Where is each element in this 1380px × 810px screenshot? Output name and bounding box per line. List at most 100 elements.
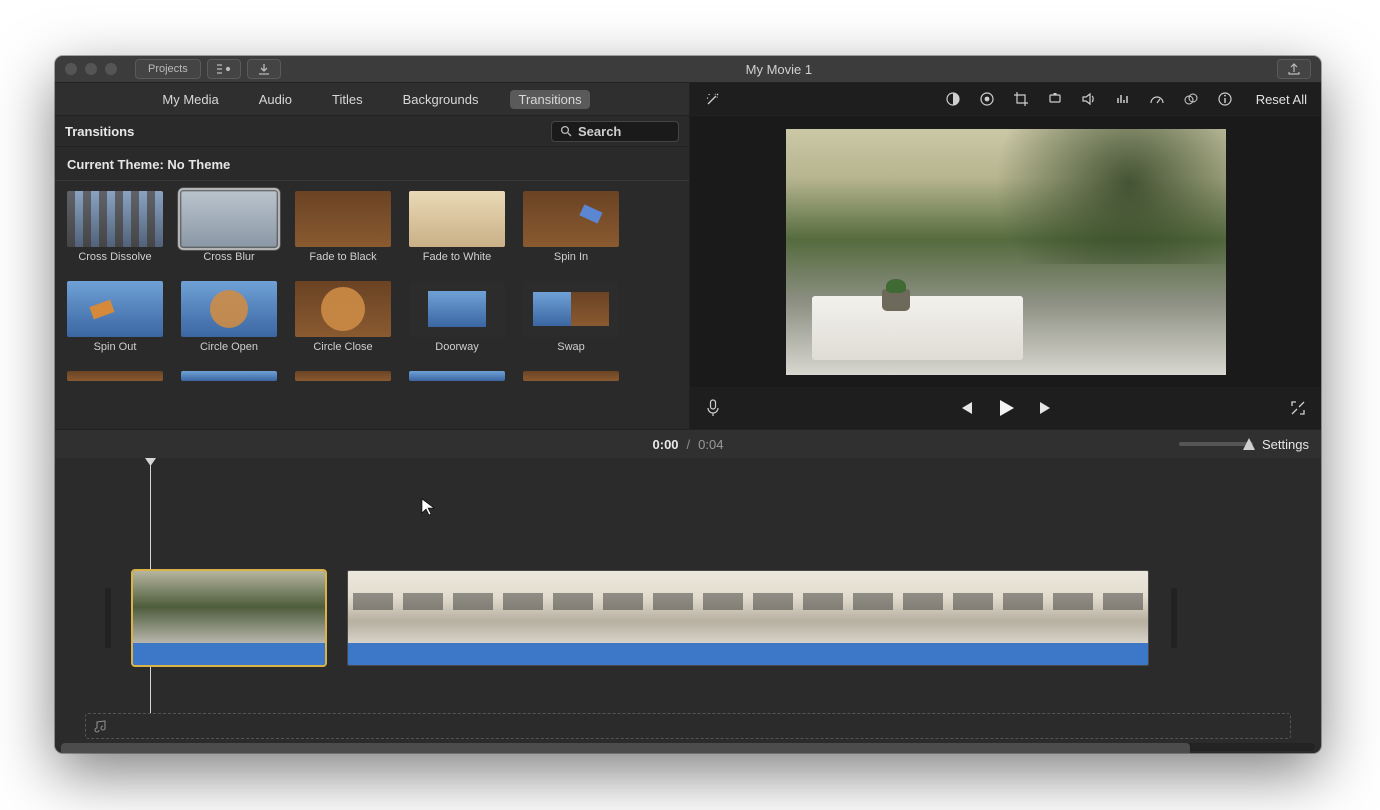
transition-thumb <box>295 371 391 381</box>
library-list-icon[interactable] <box>207 59 241 79</box>
transition-item[interactable] <box>67 371 163 381</box>
transition-item[interactable]: Circle Open <box>181 281 277 353</box>
import-icon[interactable] <box>247 59 281 79</box>
color-balance-icon[interactable] <box>944 90 962 108</box>
transition-item[interactable] <box>295 371 391 381</box>
tab-transitions[interactable]: Transitions <box>510 90 589 109</box>
clip-1[interactable] <box>133 571 325 665</box>
clip-handle[interactable] <box>105 588 111 648</box>
audio-track[interactable] <box>133 643 325 665</box>
transition-item[interactable]: Cross Blur <box>181 191 277 263</box>
preview-wrap <box>690 116 1321 387</box>
transition-item[interactable]: Spin Out <box>67 281 163 353</box>
timeline[interactable] <box>55 458 1321 753</box>
transition-thumb <box>67 371 163 381</box>
zoom-dot[interactable] <box>105 63 117 75</box>
speed-icon[interactable] <box>1148 90 1166 108</box>
transition-item[interactable]: Doorway <box>409 281 505 353</box>
viewer-toolbar: Reset All <box>690 83 1321 116</box>
media-browser-pane: My Media Audio Titles Backgrounds Transi… <box>55 83 690 429</box>
transition-item[interactable] <box>181 371 277 381</box>
transition-label: Doorway <box>435 341 478 353</box>
viewer-pane: Reset All <box>690 83 1321 429</box>
audio-track[interactable] <box>348 643 1148 665</box>
stabilize-icon[interactable] <box>1046 90 1064 108</box>
next-button[interactable] <box>1037 400 1055 416</box>
transition-thumb <box>523 371 619 381</box>
transition-thumb <box>409 371 505 381</box>
projects-button[interactable]: Projects <box>135 59 201 79</box>
transitions-grid: Cross Dissolve Cross Blur Fade to Black … <box>55 187 689 389</box>
time-status-bar: 0:00 / 0:04 Settings <box>55 430 1321 458</box>
transition-label: Fade to Black <box>309 251 376 263</box>
transition-label: Swap <box>557 341 585 353</box>
transition-thumb <box>409 281 505 337</box>
tab-backgrounds[interactable]: Backgrounds <box>395 90 487 109</box>
transition-thumb <box>295 281 391 337</box>
equalizer-icon[interactable] <box>1114 90 1132 108</box>
transition-item[interactable]: Fade to White <box>409 191 505 263</box>
share-button[interactable] <box>1277 59 1311 79</box>
transition-item[interactable]: Fade to Black <box>295 191 391 263</box>
transition-label: Circle Close <box>313 341 372 353</box>
play-controls <box>690 387 1321 429</box>
zoom-slider[interactable] <box>1179 442 1253 446</box>
magic-wand-icon[interactable] <box>704 90 722 108</box>
tab-titles[interactable]: Titles <box>324 90 371 109</box>
clip-2[interactable] <box>347 570 1149 666</box>
media-tabs: My Media Audio Titles Backgrounds Transi… <box>55 83 689 116</box>
reset-all-button[interactable]: Reset All <box>1256 92 1307 107</box>
fullscreen-icon[interactable] <box>1289 399 1307 417</box>
prev-button[interactable] <box>957 400 975 416</box>
transition-thumb <box>409 191 505 247</box>
theme-label: Current Theme: No Theme <box>67 157 230 172</box>
crop-icon[interactable] <box>1012 90 1030 108</box>
close-dot[interactable] <box>65 63 77 75</box>
transition-item[interactable] <box>409 371 505 381</box>
settings-button[interactable]: Settings <box>1262 437 1309 452</box>
window-traffic-lights <box>65 63 117 75</box>
background-music-lane[interactable] <box>85 713 1291 739</box>
transition-item[interactable]: Circle Close <box>295 281 391 353</box>
color-wheel-icon[interactable] <box>978 90 996 108</box>
search-input[interactable]: Search <box>551 121 679 142</box>
transition-item[interactable]: Spin In <box>523 191 619 263</box>
filters-icon[interactable] <box>1182 90 1200 108</box>
tab-audio[interactable]: Audio <box>251 90 300 109</box>
transition-label: Spin In <box>554 251 588 263</box>
time-current: 0:00 <box>653 437 679 452</box>
microphone-icon[interactable] <box>704 399 722 417</box>
theme-row: Current Theme: No Theme <box>55 147 689 181</box>
minimize-dot[interactable] <box>85 63 97 75</box>
music-icon <box>94 719 108 733</box>
volume-icon[interactable] <box>1080 90 1098 108</box>
transition-item[interactable] <box>523 371 619 381</box>
info-icon[interactable] <box>1216 90 1234 108</box>
transition-thumb <box>295 191 391 247</box>
transition-label: Fade to White <box>423 251 491 263</box>
transition-label: Cross Blur <box>203 251 254 263</box>
transition-label: Circle Open <box>200 341 258 353</box>
time-total: 0:04 <box>698 437 723 452</box>
transition-label: Cross Dissolve <box>78 251 151 263</box>
transition-thumb <box>67 281 163 337</box>
app-window: Projects My Movie 1 My Media Audio Title… <box>55 56 1321 753</box>
time-sep: / <box>687 437 691 452</box>
preview-canvas[interactable] <box>786 129 1226 375</box>
transition-item[interactable]: Cross Dissolve <box>67 191 163 263</box>
upper-region: My Media Audio Titles Backgrounds Transi… <box>55 83 1321 430</box>
toolbar-left-group: Projects <box>135 59 281 79</box>
search-icon <box>560 125 572 137</box>
transition-label: Spin Out <box>94 341 137 353</box>
transition-thumb <box>523 281 619 337</box>
transition-thumb <box>67 191 163 247</box>
clip-handle[interactable] <box>1171 588 1177 648</box>
clips-row <box>105 568 1271 668</box>
tab-my-media[interactable]: My Media <box>154 90 226 109</box>
horizontal-scrollbar[interactable] <box>61 743 1315 751</box>
play-button[interactable] <box>995 397 1017 419</box>
browser-subbar: Transitions Search <box>55 116 689 147</box>
browser-section-title: Transitions <box>65 124 134 139</box>
transition-thumb <box>181 191 277 247</box>
transition-item[interactable]: Swap <box>523 281 619 353</box>
